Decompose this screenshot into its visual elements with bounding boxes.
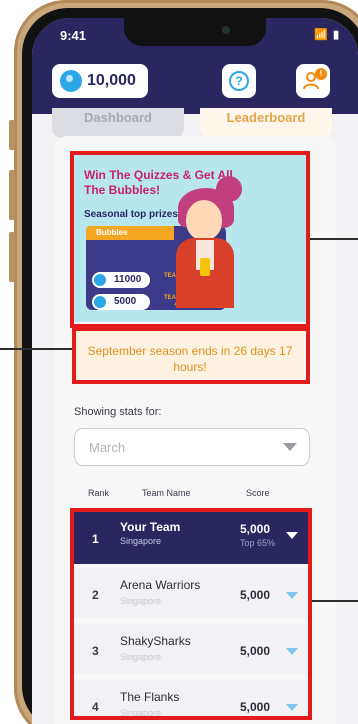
highlight-frame-banner — [70, 151, 310, 328]
month-value: March — [89, 440, 126, 455]
highlight-frame-leaderboard — [70, 508, 312, 720]
tab-dashboard[interactable]: Dashboard — [52, 108, 184, 138]
signal-wifi-battery-icon: 📶 ▮ — [314, 29, 340, 41]
phone-side-button — [9, 232, 15, 282]
bubble-coin-icon — [60, 70, 82, 92]
camera-icon — [222, 26, 230, 34]
tab-leaderboard[interactable]: Leaderboard — [200, 108, 332, 138]
notification-badge: ! — [315, 68, 327, 80]
status-icons: 📶 ▮ — [314, 28, 340, 41]
column-header-rank: Rank — [88, 488, 110, 498]
app-header: 9:41 📶 ▮ 10,000 ? ! — [32, 18, 358, 114]
phone-side-button — [9, 170, 15, 220]
highlight-frame-season — [72, 327, 310, 384]
help-button[interactable]: ? — [222, 64, 256, 98]
coin-balance[interactable]: 10,000 — [52, 64, 148, 98]
month-select[interactable]: March — [74, 428, 310, 466]
callout-line — [0, 348, 72, 350]
column-header-score: Score — [246, 488, 270, 498]
status-time: 9:41 — [60, 28, 87, 43]
stats-label: Showing stats for: — [74, 406, 162, 418]
phone-side-button — [9, 120, 15, 150]
chevron-down-icon — [283, 443, 297, 451]
column-header-team: Team Name — [142, 488, 191, 498]
question-icon: ? — [229, 71, 249, 91]
coin-value: 10,000 — [87, 72, 136, 89]
callout-line — [312, 600, 358, 602]
profile-button[interactable]: ! — [296, 64, 330, 98]
callout-line — [310, 238, 358, 240]
device-notch — [124, 18, 266, 46]
